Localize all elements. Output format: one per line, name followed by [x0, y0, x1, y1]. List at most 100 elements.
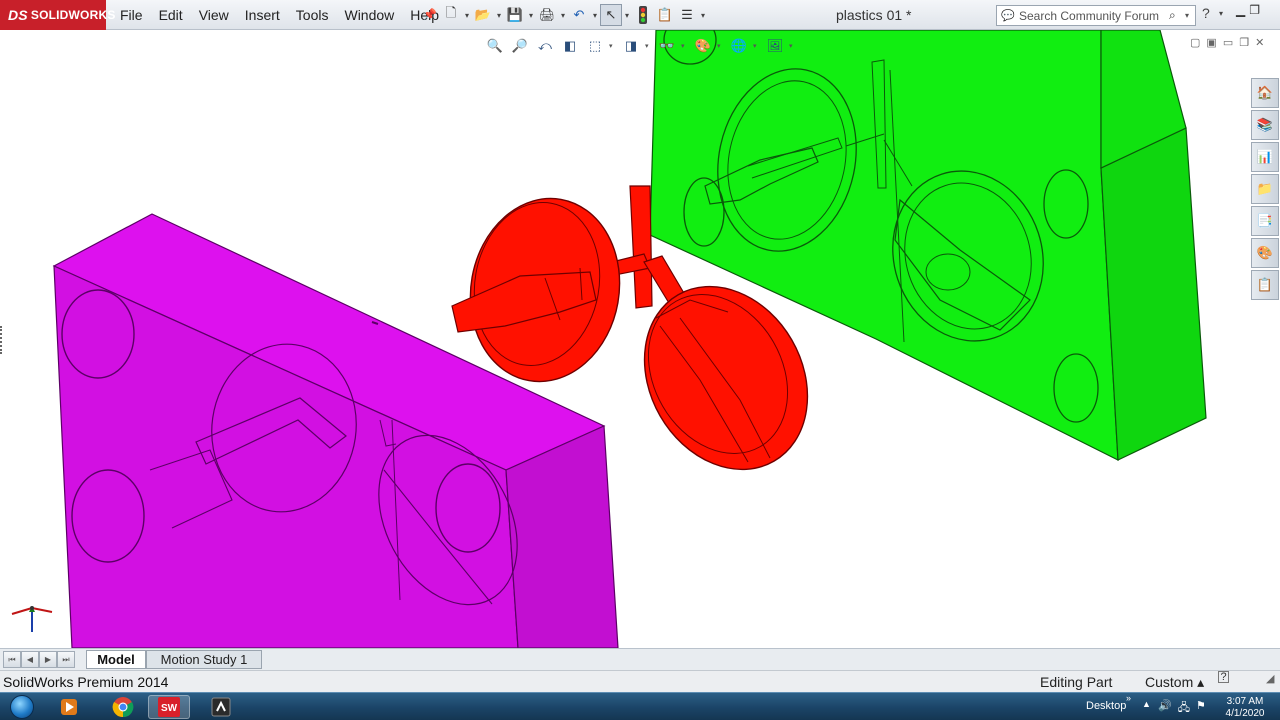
network-icon[interactable]: 🖧 [1178, 699, 1190, 718]
task-pane: 🏠 📚 📊 📁 📑 🎨 📋 [1251, 78, 1280, 300]
windows-logo-icon [10, 695, 34, 719]
view-settings-icon[interactable]: 🖼 [764, 35, 786, 57]
toolbar-expand-icon[interactable]: » [1126, 693, 1131, 703]
units-arrow-icon: ▴ [1197, 674, 1205, 690]
solidworks-window: DS SOLIDWORKS File Edit View Insert Tools… [0, 0, 1280, 720]
windows-taskbar: SW Desktop » ▲ 🔊 🖧 ⚑ 3:07 AM 4/1/2020 [0, 692, 1280, 720]
clock-date: 4/1/2020 [1225, 708, 1265, 719]
help-dropdown-icon[interactable]: ▾ [1219, 9, 1223, 18]
next-tab-icon[interactable]: ▶ [39, 651, 57, 668]
viewport-split-icon[interactable]: ▣ [1206, 36, 1216, 49]
clock-time: 3:07 AM [1226, 696, 1264, 707]
show-hidden-icons-icon[interactable]: ▲ [1142, 699, 1151, 709]
rebuild-icon[interactable] [632, 4, 654, 26]
custom-properties-icon[interactable]: 🎨 [1251, 238, 1279, 268]
hide-show-dropdown-icon[interactable]: ▾ [681, 42, 689, 50]
restore-icon[interactable]: ❐ [1249, 3, 1260, 17]
search-dropdown-icon[interactable]: ▾ [1185, 11, 1195, 20]
model-scene[interactable] [0, 30, 1250, 648]
select-dropdown-icon[interactable]: ▾ [622, 11, 632, 20]
appearances-icon[interactable]: 📑 [1251, 206, 1279, 236]
edit-appearance-icon[interactable]: 🎨 [692, 35, 714, 57]
search-community-field[interactable]: 💬 Search Community Forum ⌕ ▾ [996, 5, 1196, 26]
product-name: SolidWorks Premium 2014 [3, 674, 169, 690]
media-player-icon[interactable] [48, 695, 90, 719]
viewport-maximize-icon[interactable]: ❐ [1239, 36, 1249, 49]
menu-window[interactable]: Window [336, 0, 402, 30]
apply-scene-icon[interactable]: 🌐 [728, 35, 750, 57]
model-tabs-bar: ⏮ ◀ ▶ ⏭ Model Motion Study 1 [0, 648, 1280, 670]
brand-name: SOLIDWORKS [30, 8, 116, 22]
help-icon[interactable]: ? [1202, 5, 1210, 21]
chrome-icon[interactable] [102, 695, 144, 719]
document-title: plastics 01 * [836, 7, 912, 23]
open-dropdown-icon[interactable]: ▾ [494, 11, 504, 20]
solidworks-icon[interactable]: SW [148, 695, 190, 719]
select-icon[interactable]: ↖ [600, 4, 622, 26]
last-tab-icon[interactable]: ⏭ [57, 651, 75, 668]
zoom-to-fit-icon[interactable]: 🔍 [484, 35, 506, 57]
volume-icon[interactable]: 🔊 [1158, 699, 1172, 718]
menu-file[interactable]: File [112, 0, 151, 30]
unit-system[interactable]: Custom ▴ [1145, 674, 1204, 691]
display-style-dropdown-icon[interactable]: ▾ [645, 42, 653, 50]
minimize-icon[interactable]: ▁ [1236, 3, 1245, 17]
viewport-restore-icon[interactable]: ▢ [1190, 36, 1200, 49]
design-library-icon[interactable]: 📚 [1251, 110, 1279, 140]
solidworks-resources-icon[interactable]: 🏠 [1251, 78, 1279, 108]
menu-edit[interactable]: Edit [151, 0, 191, 30]
first-tab-icon[interactable]: ⏮ [3, 651, 21, 668]
view-orientation-dropdown-icon[interactable]: ▾ [609, 42, 617, 50]
menu-view[interactable]: View [191, 0, 237, 30]
tab-model[interactable]: Model [86, 650, 146, 669]
viewport-controls: ▢ ▣ ▭ ❐ ✕ [1190, 36, 1264, 49]
print-dropdown-icon[interactable]: ▾ [558, 11, 568, 20]
tab-motion-study[interactable]: Motion Study 1 [146, 650, 262, 669]
file-properties-icon[interactable]: 📋 [654, 4, 676, 26]
solidworks-logo[interactable]: DS SOLIDWORKS [0, 0, 115, 30]
previous-view-icon[interactable]: ⤺ [534, 35, 556, 57]
graphics-area[interactable] [0, 30, 1250, 648]
menu-pin-icon[interactable]: 📌 [423, 8, 437, 21]
view-palette-icon[interactable]: 📁 [1251, 174, 1279, 204]
search-placeholder: Search Community Forum [1019, 8, 1160, 23]
file-explorer-icon[interactable]: 📊 [1251, 142, 1279, 172]
quick-tips-icon[interactable]: ? [1218, 671, 1229, 683]
status-bar: SolidWorks Premium 2014 Editing Part Cus… [0, 670, 1280, 692]
new-dropdown-icon[interactable]: ▾ [462, 11, 472, 20]
feature-manager-collapse-handle[interactable] [0, 326, 6, 354]
view-settings-dropdown-icon[interactable]: ▾ [789, 42, 797, 50]
open-icon[interactable]: 📂 [472, 4, 494, 26]
menu-tools[interactable]: Tools [288, 0, 337, 30]
view-orientation-icon[interactable]: ⬚ [584, 35, 606, 57]
undo-icon[interactable]: ↶ [568, 4, 590, 26]
apply-scene-dropdown-icon[interactable]: ▾ [753, 42, 761, 50]
search-icon[interactable]: ⌕ [1169, 8, 1185, 23]
save-dropdown-icon[interactable]: ▾ [526, 11, 536, 20]
new-icon[interactable]: 🗋 [440, 4, 462, 26]
options-dropdown-icon[interactable]: ▾ [698, 11, 708, 20]
save-icon[interactable]: 💾 [504, 4, 526, 26]
zoom-to-area-icon[interactable]: 🔎 [509, 35, 531, 57]
viewport-close-icon[interactable]: ✕ [1255, 36, 1264, 49]
ds-logo-icon: DS [8, 7, 28, 23]
options-icon[interactable]: ☰ [676, 4, 698, 26]
section-view-icon[interactable]: ◧ [559, 35, 581, 57]
viewport-minimize-icon[interactable]: ▭ [1223, 36, 1233, 49]
screen-recorder-icon[interactable] [200, 695, 242, 719]
menu-insert[interactable]: Insert [237, 0, 288, 30]
start-button[interactable] [4, 693, 40, 720]
desktop-toolbar-label[interactable]: Desktop [1086, 700, 1126, 712]
print-icon[interactable]: 🖨 [536, 4, 558, 26]
system-clock[interactable]: 3:07 AM 4/1/2020 [1222, 696, 1268, 720]
action-center-icon[interactable]: ⚑ [1196, 699, 1206, 718]
display-style-icon[interactable]: ◨ [620, 35, 642, 57]
forum-icon-panel[interactable]: 📋 [1251, 270, 1279, 300]
menu-bar: DS SOLIDWORKS File Edit View Insert Tools… [0, 0, 1280, 30]
statusbar-pin-icon[interactable]: ◢ [1266, 672, 1274, 685]
edit-appearance-dropdown-icon[interactable]: ▾ [717, 42, 725, 50]
unit-system-label: Custom [1145, 674, 1194, 690]
previous-tab-icon[interactable]: ◀ [21, 651, 39, 668]
undo-dropdown-icon[interactable]: ▾ [590, 11, 600, 20]
hide-show-items-icon[interactable]: 👓 [656, 35, 678, 57]
